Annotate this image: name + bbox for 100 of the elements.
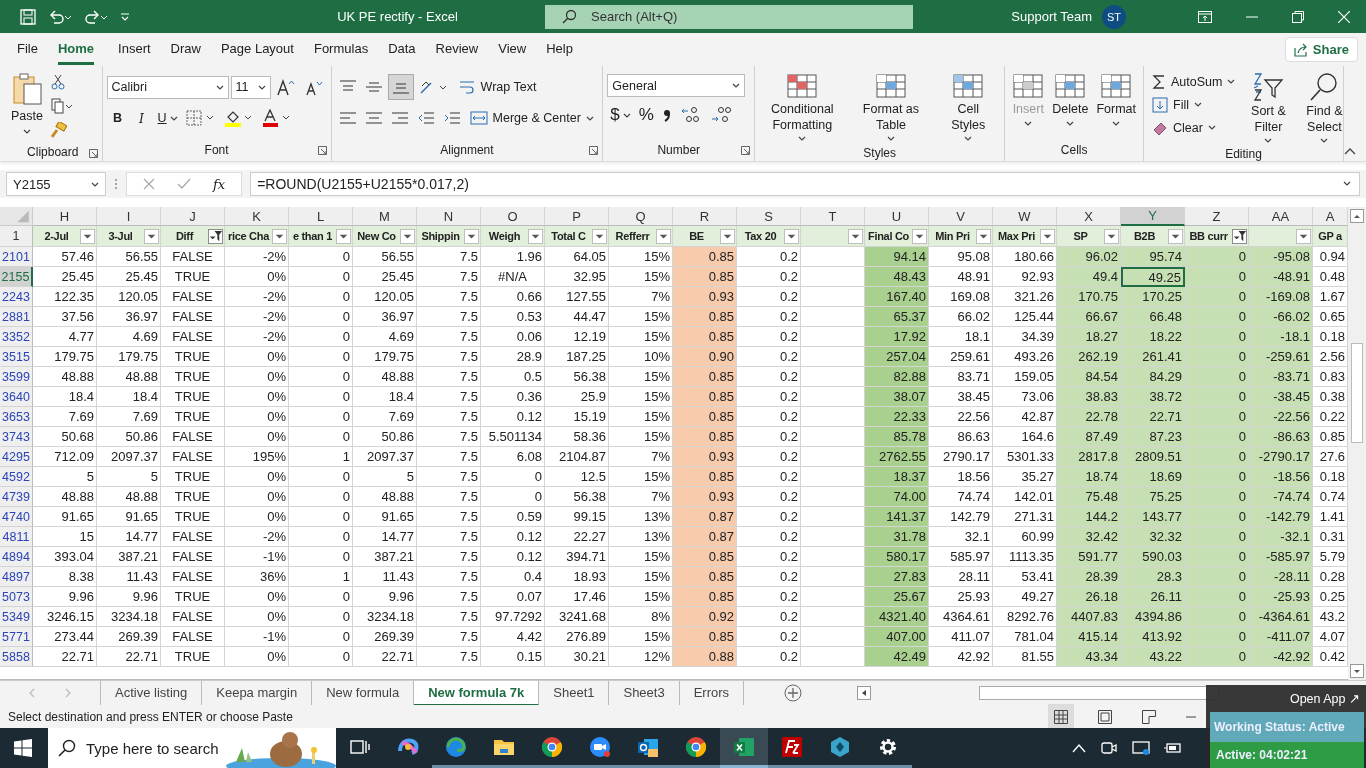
search-field[interactable]: Search (Alt+Q) xyxy=(545,4,913,29)
sort-filter-button[interactable]: Sort & Filter xyxy=(1241,70,1296,147)
row-header[interactable]: 3352 xyxy=(0,327,33,347)
formula-field[interactable]: =ROUND(U2155+U2155*0.017,2) xyxy=(250,172,1360,196)
user-avatar[interactable]: ST xyxy=(1102,4,1126,29)
open-app-link[interactable]: Open App ↗ xyxy=(1283,685,1366,710)
wrap-text-button[interactable]: Wrap Text xyxy=(453,74,541,100)
row-header[interactable]: 5858 xyxy=(0,647,33,667)
column-header[interactable]: X xyxy=(1057,207,1121,226)
column-header[interactable]: L xyxy=(289,207,353,226)
column-header[interactable]: O xyxy=(481,207,545,226)
group-label: Cells xyxy=(1060,143,1088,157)
row-header[interactable]: 4894 xyxy=(0,547,33,567)
table-cell: FALSE xyxy=(161,247,225,267)
column-header[interactable]: AA xyxy=(1249,207,1313,226)
table-cell: 590.03 xyxy=(1121,547,1185,567)
column-header[interactable]: P xyxy=(545,207,609,226)
column-header[interactable]: Q xyxy=(609,207,673,226)
sheet-tab[interactable]: New formula 7k xyxy=(414,680,540,706)
bold-button[interactable]: B xyxy=(106,105,129,131)
menu-tab[interactable]: Page Layout xyxy=(220,34,310,65)
column-header[interactable]: T xyxy=(801,207,865,226)
clear-button[interactable]: Clear xyxy=(1148,116,1240,139)
column-header[interactable]: J xyxy=(161,207,225,226)
row-header[interactable]: 3653 xyxy=(0,407,33,427)
table-cell: 142.79 xyxy=(929,507,993,527)
table-cell: 7.5 xyxy=(417,247,481,267)
menu-tab[interactable]: File xyxy=(17,34,54,65)
row-header[interactable]: 1 xyxy=(0,226,33,247)
header-label: Diff xyxy=(174,230,195,242)
row-header[interactable]: 2101 xyxy=(0,247,33,267)
taskbar-search-field[interactable]: Type here to search xyxy=(48,728,226,768)
row-header[interactable]: 3599 xyxy=(0,367,33,387)
table-cell: 15 xyxy=(33,527,97,547)
merge-center-button[interactable]: Merge & Center xyxy=(465,105,598,131)
menu-tab[interactable]: Help xyxy=(546,34,589,65)
ribbon-button[interactable]: Format xyxy=(1093,70,1139,129)
menu-tab[interactable]: Review xyxy=(435,34,495,65)
row-header[interactable]: 4592 xyxy=(0,467,33,487)
ribbon-button[interactable]: Conditional Formatting xyxy=(759,70,846,145)
menu-tab[interactable]: Insert xyxy=(118,34,167,65)
row-header[interactable]: 5771 xyxy=(0,627,33,647)
table-cell: 58.36 xyxy=(545,427,609,447)
paste-button[interactable]: Paste xyxy=(8,70,46,137)
column-header[interactable]: R xyxy=(673,207,737,226)
row-header[interactable]: 3515 xyxy=(0,347,33,367)
menu-tab[interactable]: View xyxy=(498,34,543,65)
table-cell: -28.11 xyxy=(1249,567,1313,587)
row-header[interactable]: 4811 xyxy=(0,527,33,547)
row-header[interactable]: 2881 xyxy=(0,307,33,327)
table-cell: TRUE xyxy=(161,367,225,387)
ribbon-button[interactable]: Delete xyxy=(1049,70,1092,129)
column-header[interactable]: Z xyxy=(1185,207,1249,226)
row-header[interactable]: 5349 xyxy=(0,607,33,627)
font-name-field[interactable]: Calibri xyxy=(106,75,229,99)
table-cell: 2817.8 xyxy=(1057,447,1121,467)
column-header[interactable]: H xyxy=(33,207,97,226)
row-header[interactable]: 2155 xyxy=(0,267,33,287)
table-cell: 0 xyxy=(289,627,353,647)
row-header[interactable]: 4739 xyxy=(0,487,33,507)
fill-button[interactable]: Fill xyxy=(1148,93,1240,116)
column-header[interactable]: A xyxy=(1313,207,1348,226)
table-cell: 15% xyxy=(609,587,673,607)
menu-tab[interactable]: Draw xyxy=(170,34,217,65)
autosum-button[interactable]: AutoSum xyxy=(1148,70,1240,93)
row-header[interactable]: 4740 xyxy=(0,507,33,527)
column-header[interactable]: K xyxy=(225,207,289,226)
row-header[interactable]: 4897 xyxy=(0,567,33,587)
column-header[interactable]: I xyxy=(97,207,161,226)
row-header[interactable]: 4295 xyxy=(0,447,33,467)
table-cell: 0% xyxy=(225,487,289,507)
table-cell: 7.5 xyxy=(417,487,481,507)
number-format-field[interactable]: General xyxy=(607,74,746,97)
menu-tab[interactable]: Data xyxy=(388,34,432,65)
ribbon-button[interactable]: Cell Styles xyxy=(936,70,1001,145)
currency-button[interactable]: $ xyxy=(607,102,634,128)
italic-button[interactable]: I xyxy=(130,105,153,131)
underline-button[interactable]: U xyxy=(154,105,181,131)
percent-button[interactable]: % xyxy=(635,102,657,128)
column-header[interactable]: N xyxy=(417,207,481,226)
find-select-button[interactable]: Find & Select xyxy=(1297,70,1352,147)
column-header[interactable]: U xyxy=(865,207,929,226)
column-header[interactable]: W xyxy=(993,207,1057,226)
ribbon-button[interactable]: Format as Table xyxy=(847,70,935,145)
table-cell: #N/A xyxy=(481,267,545,287)
row-header[interactable]: 3640 xyxy=(0,387,33,407)
row-header[interactable]: 2243 xyxy=(0,287,33,307)
row-header[interactable]: 3743 xyxy=(0,427,33,447)
insert-function-button[interactable]: fx xyxy=(213,176,226,192)
column-header[interactable]: S xyxy=(737,207,801,226)
table-cell[interactable]: 49.25 xyxy=(1121,267,1185,287)
menu-tab[interactable]: Formulas xyxy=(313,34,385,65)
share-button[interactable]: Share xyxy=(1284,37,1358,62)
name-box[interactable]: Y2155 xyxy=(6,172,106,196)
column-header[interactable]: M xyxy=(353,207,417,226)
row-header[interactable]: 5073 xyxy=(0,587,33,607)
column-header[interactable]: V xyxy=(929,207,993,226)
table-cell: 0.2 xyxy=(737,467,801,487)
column-header[interactable]: Y xyxy=(1121,207,1185,226)
font-size-field[interactable]: 11 xyxy=(230,75,271,99)
